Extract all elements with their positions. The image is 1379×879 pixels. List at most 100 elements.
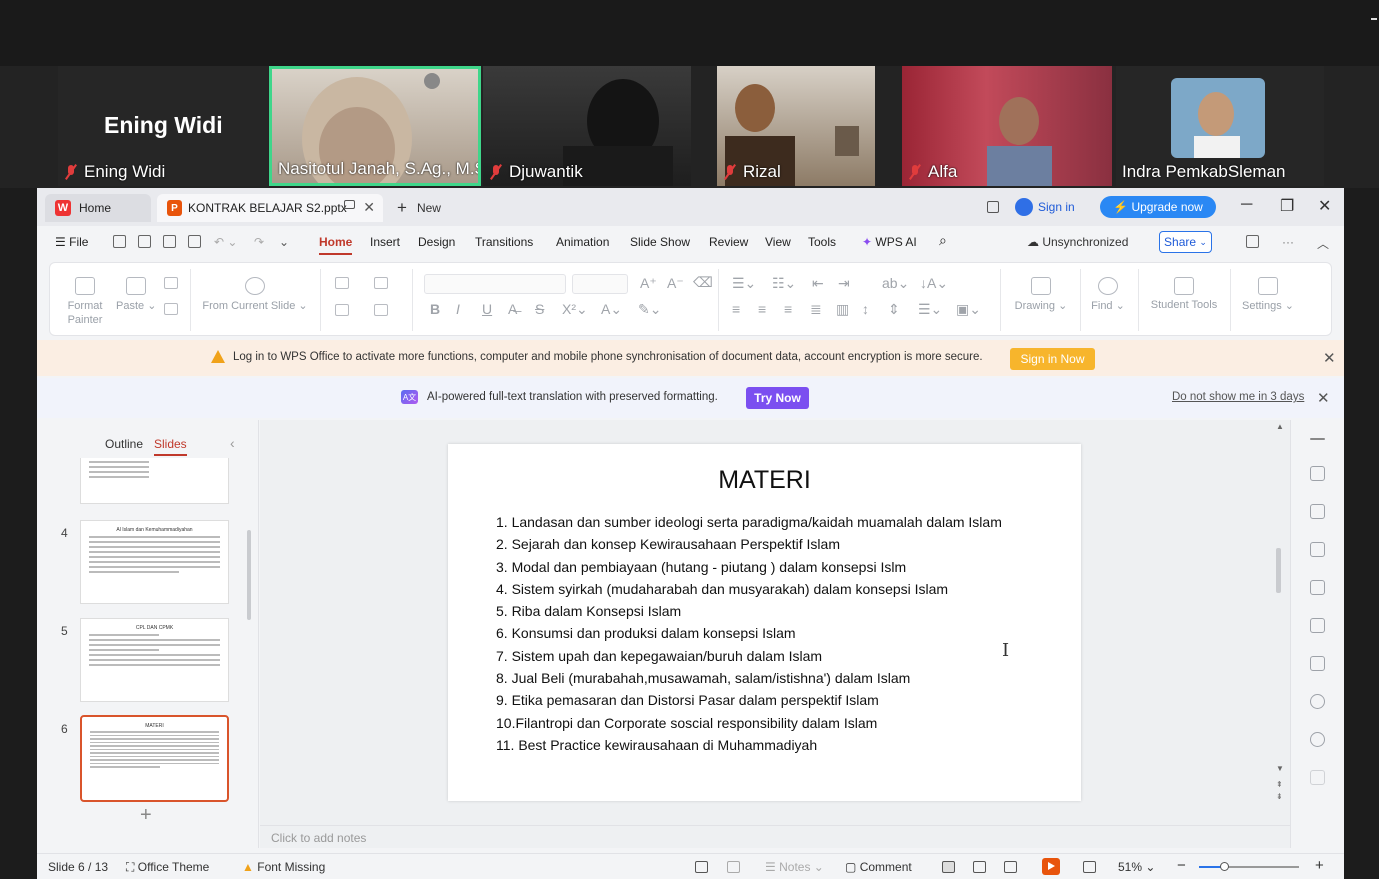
print-preview-icon[interactable] xyxy=(188,235,201,248)
text-direction-icon[interactable]: ab⌄ xyxy=(882,275,909,292)
add-slide-icon[interactable]: + xyxy=(140,804,152,827)
video-tile-rizal[interactable]: Rizal xyxy=(717,66,875,186)
print-icon[interactable] xyxy=(163,235,176,248)
video-tile-indra[interactable]: Indra PemkabSleman xyxy=(1116,66,1324,186)
zoom-in-icon[interactable]: + xyxy=(1315,857,1324,874)
decrease-font-icon[interactable]: A⁻ xyxy=(667,275,684,292)
magic-tools-icon[interactable] xyxy=(1310,466,1325,481)
notes-pane[interactable]: Click to add notes xyxy=(260,825,1290,849)
zoom-out-icon[interactable]: − xyxy=(1177,857,1186,874)
tab-slides[interactable]: Slides xyxy=(154,437,187,456)
increase-font-icon[interactable]: A⁺ xyxy=(640,275,657,292)
menu-view[interactable]: View xyxy=(765,235,791,249)
history-icon[interactable] xyxy=(1310,694,1325,709)
current-slide[interactable]: MATERI 1. Landasan dan sumber ideologi s… xyxy=(448,444,1081,801)
menu-wps-ai[interactable]: ✦ WPS AI xyxy=(862,235,917,249)
font-name-select[interactable] xyxy=(424,274,566,294)
fit-slide-icon[interactable] xyxy=(695,861,708,873)
close-warning-icon[interactable]: ✕ xyxy=(1323,349,1336,367)
zoom-slider-knob[interactable] xyxy=(1220,862,1229,871)
dont-show-link[interactable]: Do not show me in 3 days xyxy=(1172,391,1304,403)
more-icon[interactable]: ··· xyxy=(1282,235,1294,249)
slide-thumbnail-4[interactable]: Al Islam dan Kemuhammadiyahan xyxy=(80,520,229,604)
reading-view-icon[interactable] xyxy=(1004,861,1017,873)
zoom-slider[interactable] xyxy=(1199,862,1299,871)
save-icon[interactable] xyxy=(113,235,126,248)
file-menu[interactable]: ☰ File xyxy=(55,235,88,249)
clear-format-icon[interactable]: ⌫ xyxy=(693,274,713,291)
minimize-icon[interactable]: ─ xyxy=(1241,196,1252,214)
numbering-icon[interactable]: ☷⌄ xyxy=(772,275,796,292)
best-fit-icon[interactable] xyxy=(1083,861,1096,873)
align-right-icon[interactable]: ≡ xyxy=(784,301,792,317)
search-icon[interactable]: ⌕ xyxy=(939,232,947,249)
sign-in-now-button[interactable]: Sign in Now xyxy=(1010,348,1095,370)
copy-icon[interactable] xyxy=(164,303,178,315)
justify-icon[interactable]: ≣ xyxy=(810,301,822,318)
scroll-down-icon[interactable]: ▼ xyxy=(1276,764,1284,773)
distribute-icon[interactable]: ▥ xyxy=(836,301,849,318)
comment-toggle[interactable]: ▢ Comment xyxy=(845,860,912,874)
slide-thumbnail-6-selected[interactable]: MATERI xyxy=(80,715,229,802)
collapse-panel-chevron-icon[interactable]: ‹ xyxy=(230,435,235,451)
shirt-design-icon[interactable] xyxy=(1310,504,1325,519)
student-tools-button[interactable]: Student Tools xyxy=(1146,277,1222,311)
slide-thumbnail-5[interactable]: CPL DAN CPMK xyxy=(80,618,229,702)
tab-outline[interactable]: Outline xyxy=(105,437,143,451)
monitor-icon[interactable] xyxy=(344,200,355,209)
tab-home[interactable]: W Home xyxy=(45,194,151,222)
increase-indent-icon[interactable]: ⇥ xyxy=(838,275,850,292)
find-button[interactable]: Find ⌄ xyxy=(1088,277,1128,312)
format-painter-button[interactable]: Format Painter xyxy=(64,277,106,327)
layout-icon[interactable] xyxy=(335,304,349,316)
menu-home[interactable]: Home xyxy=(319,235,353,255)
share-button[interactable]: Share ⌄ xyxy=(1159,231,1212,253)
slide-content-list[interactable]: 1. Landasan dan sumber ideologi serta pa… xyxy=(496,511,1002,756)
menu-tools[interactable]: Tools xyxy=(808,235,836,249)
bold-icon[interactable]: B xyxy=(430,301,440,317)
panel-scrollbar[interactable] xyxy=(247,530,251,620)
video-tile-djuwantik[interactable]: Djuwantik xyxy=(483,66,691,186)
sign-in-button[interactable]: Sign in xyxy=(1015,198,1075,216)
close-tab-icon[interactable]: ✕ xyxy=(363,199,375,216)
drawing-button[interactable]: Drawing ⌄ xyxy=(1010,277,1072,312)
italic-icon[interactable]: I xyxy=(456,301,460,317)
spacing-options-icon[interactable]: ☰⌄ xyxy=(918,301,942,318)
scroll-up-icon[interactable]: ▲ xyxy=(1276,422,1284,431)
more-quick-access-icon[interactable]: ⌄ xyxy=(279,235,289,249)
cut-icon[interactable] xyxy=(164,277,178,289)
menu-animation[interactable]: Animation xyxy=(556,235,609,249)
grid-apps-icon[interactable] xyxy=(1310,770,1325,785)
menu-slide-show[interactable]: Slide Show xyxy=(630,235,690,249)
slide-thumbnail-3[interactable] xyxy=(80,458,229,504)
close-window-icon[interactable]: ✕ xyxy=(1318,196,1331,216)
menu-transitions[interactable]: Transitions xyxy=(475,235,533,249)
restore-icon[interactable]: ❐ xyxy=(1280,196,1294,216)
collapse-sidebar-icon[interactable] xyxy=(1310,438,1325,440)
try-now-button[interactable]: Try Now xyxy=(746,387,809,409)
upgrade-button[interactable]: ⚡ Upgrade now xyxy=(1100,196,1216,218)
menu-insert[interactable]: Insert xyxy=(370,235,400,249)
new-slide-icon[interactable] xyxy=(335,277,349,289)
line-spacing-icon[interactable]: ↕ xyxy=(862,301,869,317)
window-layout-icon[interactable] xyxy=(987,201,999,213)
notes-toggle[interactable]: ☰ Notes ⌄ xyxy=(765,860,824,874)
prev-slide-icon[interactable]: ⇞ xyxy=(1276,780,1283,789)
zoom-level[interactable]: 51% ⌄ xyxy=(1118,860,1155,874)
align-left-icon[interactable]: ≡ xyxy=(732,301,740,317)
video-tile-alfa[interactable]: Alfa xyxy=(902,66,1112,186)
sort-icon[interactable]: ↓A⌄ xyxy=(920,275,948,292)
help-icon[interactable] xyxy=(1310,732,1325,747)
font-color-icon[interactable]: A⌄ xyxy=(601,301,622,318)
reuse-slide-icon[interactable] xyxy=(374,277,388,289)
font-missing-indicator[interactable]: ▲ Font Missing xyxy=(242,860,325,874)
decrease-indent-icon[interactable]: ⇤ xyxy=(812,275,824,292)
editor-scrollbar[interactable] xyxy=(1276,548,1281,593)
undo-icon[interactable]: ↶ ⌄ xyxy=(214,235,237,249)
normal-view-icon[interactable] xyxy=(942,861,955,873)
paragraph-spacing-icon[interactable]: ⇕ xyxy=(888,301,900,318)
slide-title[interactable]: MATERI xyxy=(448,466,1081,495)
sync-status[interactable]: ☁ Unsynchronized xyxy=(1027,235,1128,249)
slide-sorter-icon[interactable] xyxy=(973,861,986,873)
bullets-icon[interactable]: ☰⌄ xyxy=(732,275,756,292)
